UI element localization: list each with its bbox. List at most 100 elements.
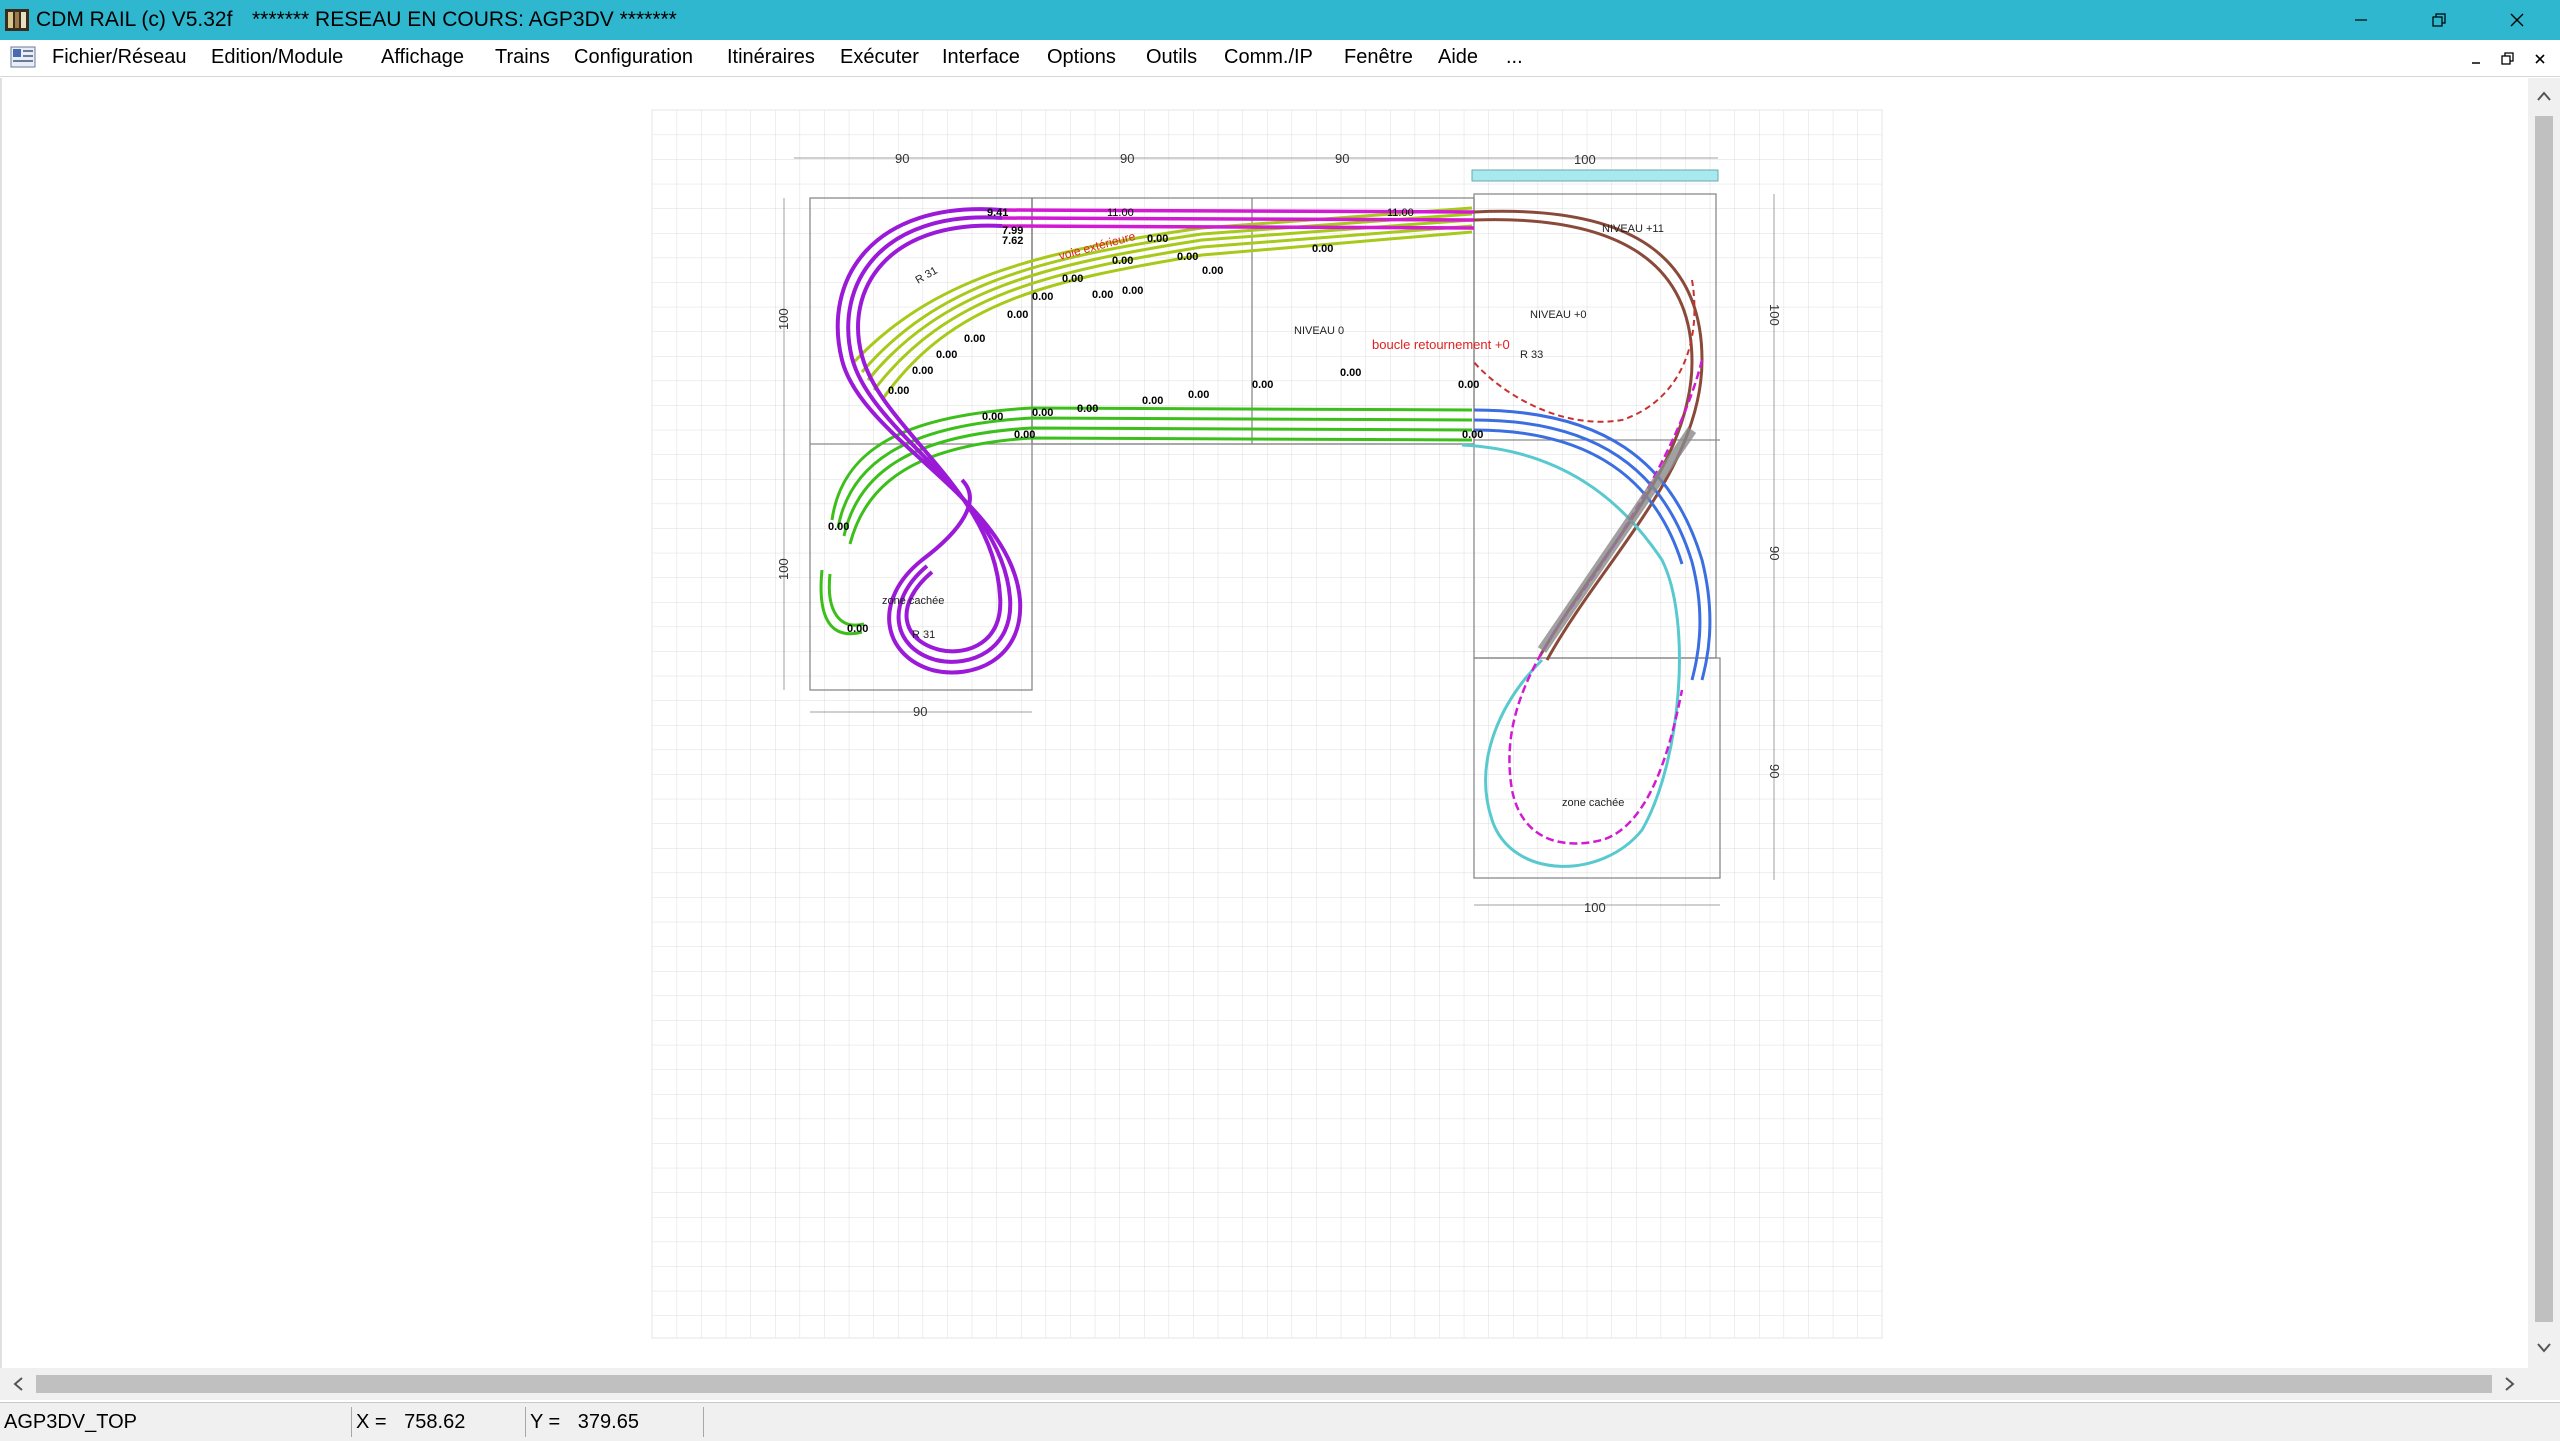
elev-g-9: 0.00 <box>1462 429 1483 441</box>
menu-bar: Fichier/Réseau Edition/Module Affichage … <box>0 40 2560 77</box>
dim-top-3: 90 <box>1335 151 1349 166</box>
elev-g-1: 0.00 <box>982 411 1003 423</box>
minimize-icon <box>2472 62 2480 64</box>
arrow-left-icon <box>13 1377 23 1391</box>
arrow-right-icon <box>2505 1377 2515 1391</box>
dim-bottom-left: 90 <box>913 704 927 719</box>
status-x-value: 758.62 <box>404 1411 466 1433</box>
app-icon <box>5 9 29 31</box>
elev-g-10: 0.00 <box>1014 429 1035 441</box>
label-niveau-0: NIVEAU 0 <box>1294 325 1344 337</box>
menu-comm-ip[interactable]: Comm./IP <box>1218 44 1319 71</box>
vertical-scroll-thumb[interactable] <box>2535 116 2553 1322</box>
elev-y-6: 0.00 <box>1032 291 1053 303</box>
status-view-name: AGP3DV_TOP <box>0 1407 352 1437</box>
menu-aide[interactable]: Aide <box>1432 44 1484 71</box>
scroll-right-button[interactable] <box>2496 1368 2524 1400</box>
menu-itineraires[interactable]: Itinéraires <box>721 44 821 71</box>
arrow-up-icon <box>2537 91 2551 101</box>
layout-canvas[interactable]: 90 90 90 100 100 100 90 100 90 90 100 NI… <box>0 78 2530 1368</box>
close-icon <box>2510 13 2524 27</box>
menu-trains[interactable]: Trains <box>489 44 556 71</box>
elev-g-11: 0.00 <box>828 521 849 533</box>
elev-y-3: 0.00 <box>1202 265 1223 277</box>
child-close-button[interactable] <box>2526 46 2554 72</box>
label-boucle: boucle retournement +0 <box>1372 337 1510 352</box>
status-y-label: Y = <box>530 1411 561 1433</box>
status-bar: AGP3DV_TOP X = 758.62 Y = 379.65 <box>0 1402 2560 1441</box>
elev-y-8: 0.00 <box>964 333 985 345</box>
child-restore-button[interactable] <box>2494 46 2522 72</box>
child-minimize-button[interactable] <box>2462 46 2490 72</box>
menu-affichage[interactable]: Affichage <box>375 44 470 71</box>
elev-y-2: 0.00 <box>1177 251 1198 263</box>
dim-top-4: 100 <box>1574 152 1596 167</box>
horizontal-scroll-thumb[interactable] <box>36 1375 2492 1393</box>
status-x-coordinate: X = 758.62 <box>352 1407 526 1437</box>
elev-top-4: 11.00 <box>1107 207 1134 219</box>
vertical-scrollbar[interactable] <box>2528 78 2560 1368</box>
elev-g-7: 0.00 <box>1340 367 1361 379</box>
dim-right-1: 100 <box>1767 304 1782 326</box>
elev-g-6: 0.00 <box>1252 379 1273 391</box>
minimize-button[interactable] <box>2322 0 2400 40</box>
dim-right-3: 90 <box>1767 764 1782 778</box>
menu-configuration[interactable]: Configuration <box>568 44 699 71</box>
dim-bottom-right: 100 <box>1584 900 1606 915</box>
dim-top-1: 90 <box>895 151 909 166</box>
minimize-icon <box>2355 19 2367 21</box>
scroll-left-button[interactable] <box>4 1368 32 1400</box>
elev-y-4: 0.00 <box>1112 255 1133 267</box>
menu-fenetre[interactable]: Fenêtre <box>1338 44 1419 71</box>
elev-g-2: 0.00 <box>1032 407 1053 419</box>
scroll-up-button[interactable] <box>2528 82 2560 110</box>
dim-right-2: 90 <box>1767 546 1782 560</box>
scroll-down-button[interactable] <box>2528 1334 2560 1362</box>
dim-left-2: 100 <box>776 558 791 580</box>
dim-left-1: 100 <box>776 308 791 330</box>
status-y-value: 379.65 <box>577 1411 639 1433</box>
dim-top-2: 90 <box>1120 151 1134 166</box>
menu-fichier-reseau[interactable]: Fichier/Réseau <box>46 44 193 71</box>
grid-area <box>651 109 1883 1339</box>
menu-edition-module[interactable]: Edition/Module <box>205 44 349 71</box>
restore-icon <box>2501 52 2514 65</box>
elev-g-8: 0.00 <box>1458 379 1479 391</box>
label-niveau-plus11: NIVEAU +11 <box>1602 223 1664 235</box>
elev-y-10: 0.00 <box>912 365 933 377</box>
highlight-strip <box>1471 169 1719 182</box>
menu-outils[interactable]: Outils <box>1140 44 1203 71</box>
scrollbar-corner <box>2528 1368 2560 1400</box>
elev-g-12: 0.00 <box>847 623 868 635</box>
close-button[interactable] <box>2478 0 2556 40</box>
document-icon[interactable] <box>10 46 36 68</box>
elev-top-5: 11.00 <box>1387 207 1414 219</box>
menu-options[interactable]: Options <box>1041 44 1122 71</box>
status-view-text: AGP3DV_TOP <box>4 1411 138 1433</box>
track-plan[interactable]: 90 90 90 100 100 100 90 100 90 90 100 NI… <box>2 78 2530 1368</box>
menu-more[interactable]: ... <box>1500 44 1529 71</box>
network-status-title: ******* RESEAU EN COURS: AGP3DV ******* <box>252 8 677 31</box>
elev-y-5: 0.00 <box>1062 273 1083 285</box>
elev-top-3: 7.62 <box>1002 235 1023 247</box>
elev-y-1: 0.00 <box>1147 233 1168 245</box>
elev-y-9: 0.00 <box>936 349 957 361</box>
label-zone-cachee-right: zone cachée <box>1562 797 1624 809</box>
elev-g-4: 0.00 <box>1142 395 1163 407</box>
elev-y-7: 0.00 <box>1007 309 1028 321</box>
label-r33: R 33 <box>1520 349 1543 361</box>
restore-button[interactable] <box>2400 0 2478 40</box>
elev-y-12: 0.00 <box>1092 289 1113 301</box>
menu-executer[interactable]: Exécuter <box>834 44 925 71</box>
status-message <box>704 1407 2560 1437</box>
label-zone-cachee-left: zone cachée <box>882 595 944 607</box>
elev-g-5: 0.00 <box>1188 389 1209 401</box>
elev-g-3: 0.00 <box>1077 403 1098 415</box>
elev-top-1: 9.41 <box>987 207 1008 219</box>
window-title: CDM RAIL (c) V5.32f <box>36 8 233 31</box>
arrow-down-icon <box>2537 1343 2551 1353</box>
horizontal-scrollbar[interactable] <box>0 1368 2528 1400</box>
elev-y-14: 0.00 <box>1312 243 1333 255</box>
restore-icon <box>2432 13 2446 27</box>
menu-interface[interactable]: Interface <box>936 44 1026 71</box>
